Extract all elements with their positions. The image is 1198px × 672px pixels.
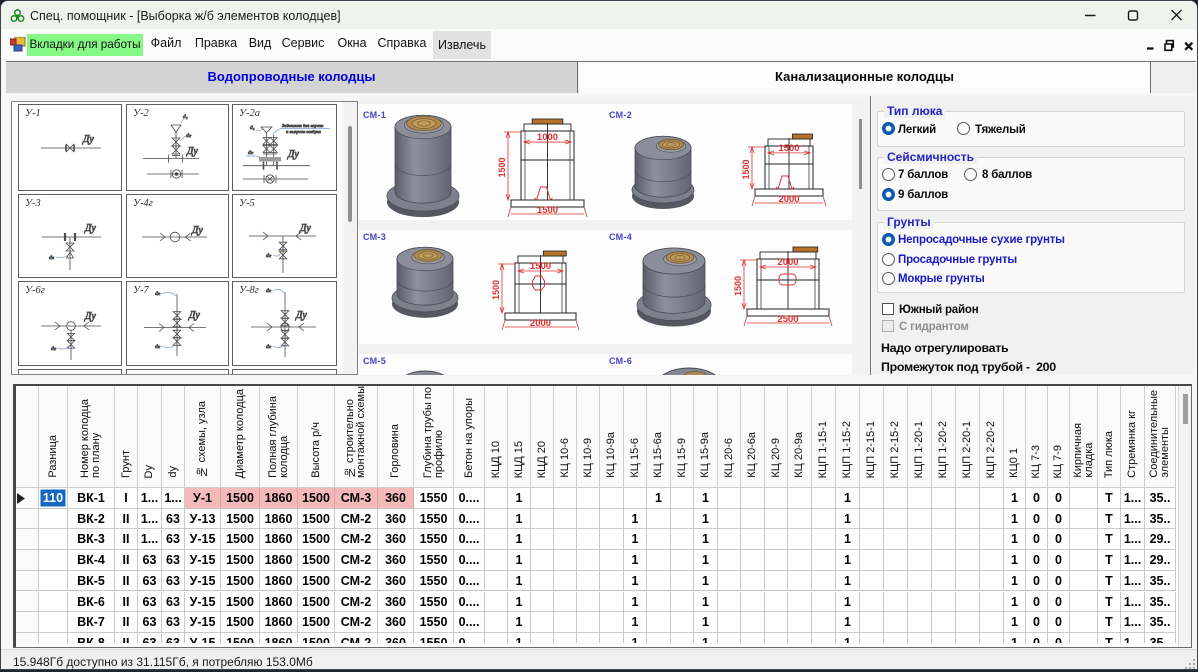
svg-text:1500: 1500 [778, 143, 799, 154]
svg-text:dₖ: dₖ [266, 344, 272, 350]
svg-text:1500: 1500 [733, 276, 743, 296]
svg-text:Задвижка для впуска: Задвижка для впуска [282, 123, 324, 128]
svg-text:dₖ: dₖ [266, 253, 272, 259]
svg-text:2500: 2500 [777, 314, 798, 325]
svg-text:Ду: Ду [186, 146, 198, 157]
svg-text:Ду: Ду [287, 149, 299, 160]
svg-text:1500: 1500 [497, 157, 507, 177]
svg-text:Ду: Ду [84, 311, 96, 322]
svg-text:2000: 2000 [778, 194, 799, 205]
svg-text:Ду: Ду [295, 310, 307, 321]
svg-text:2000: 2000 [530, 318, 551, 329]
svg-text:1500: 1500 [491, 280, 501, 300]
svg-text:dₖ: dₖ [155, 291, 161, 297]
svg-text:Ду: Ду [299, 223, 311, 234]
svg-text:Ду: Ду [84, 223, 96, 234]
svg-text:Ду: Ду [82, 134, 94, 145]
svg-text:dₖ: dₖ [248, 150, 254, 156]
svg-text:Ду: Ду [191, 225, 203, 236]
svg-text:1500: 1500 [537, 205, 558, 216]
svg-text:2000: 2000 [777, 257, 798, 268]
svg-text:1500: 1500 [530, 261, 551, 272]
svg-text:и выпуска воздуха: и выпуска воздуха [286, 129, 322, 134]
svg-text:dₖ: dₖ [186, 133, 192, 139]
svg-text:dₖ: dₖ [51, 346, 57, 352]
svg-text:dₖ: dₖ [155, 344, 161, 350]
svg-text:1000: 1000 [537, 132, 558, 143]
svg-text:dₖ: dₖ [266, 288, 272, 294]
svg-text:dₖ: dₖ [49, 255, 55, 261]
svg-text:d₁: d₁ [250, 125, 255, 131]
svg-text:Ду: Ду [188, 310, 200, 321]
svg-text:1500: 1500 [741, 159, 751, 179]
